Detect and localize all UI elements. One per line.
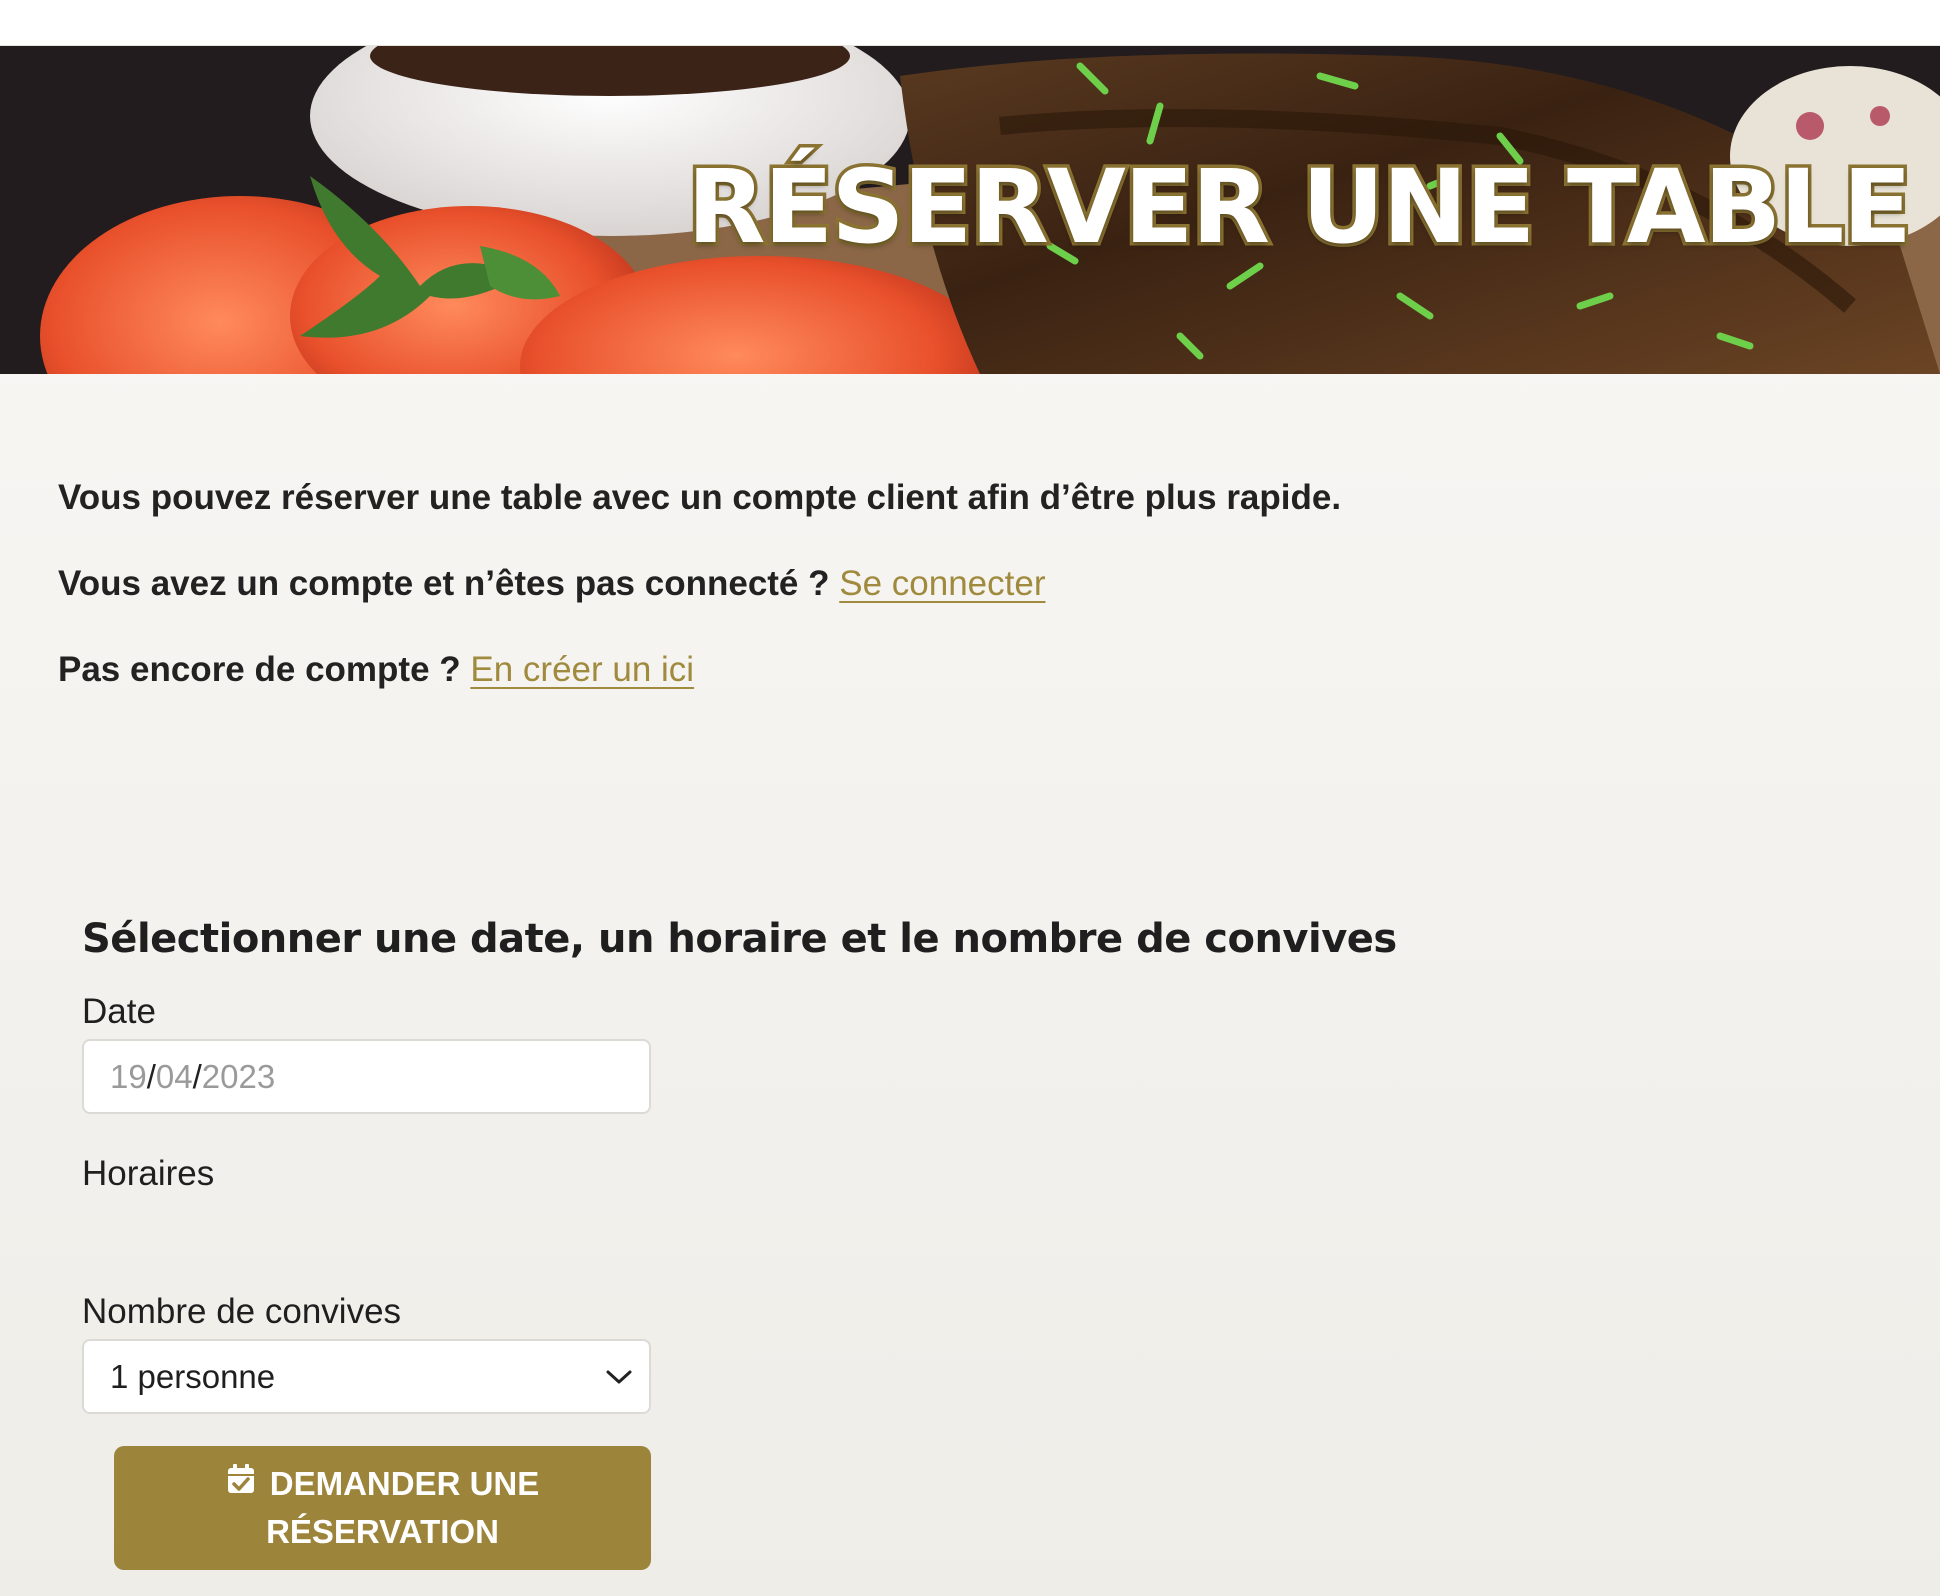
hero-banner: RÉSERVER UNE TABLE xyxy=(0,46,1940,374)
intro-account-text: Vous pouvez réserver une table avec un c… xyxy=(58,478,1342,517)
date-month: 04 xyxy=(155,1057,193,1095)
guests-label: Nombre de convives xyxy=(82,1292,402,1331)
page-title: RÉSERVER UNE TABLE xyxy=(684,145,1916,271)
date-separator: / xyxy=(146,1057,156,1095)
submit-label-2: RÉSERVATION xyxy=(266,1513,499,1550)
guests-selected-value: 1 personne xyxy=(110,1357,276,1395)
chevron-down-icon xyxy=(589,1369,649,1385)
login-link[interactable]: Se connecter xyxy=(839,564,1045,603)
horaires-label: Horaires xyxy=(82,1154,215,1193)
intro-text: Vous pouvez réserver une table avec un c… xyxy=(58,470,1558,728)
submit-line-1: DEMANDER UNE xyxy=(226,1460,540,1508)
create-account-link[interactable]: En créer un ici xyxy=(470,650,694,689)
intro-line-account: Vous pouvez réserver une table avec un c… xyxy=(58,470,1558,556)
request-reservation-button[interactable]: DEMANDER UNE RÉSERVATION xyxy=(114,1446,651,1570)
date-year: 2023 xyxy=(201,1057,276,1095)
intro-login-text: Vous avez un compte et n’êtes pas connec… xyxy=(58,564,840,603)
date-separator: / xyxy=(192,1057,202,1095)
top-bar xyxy=(0,0,1940,46)
date-day: 19 xyxy=(110,1057,147,1095)
calendar-check-icon xyxy=(226,1460,256,1508)
form-title: Sélectionner une date, un horaire et le … xyxy=(82,916,1397,962)
intro-line-register: Pas encore de compte ? En créer un ici xyxy=(58,642,1558,728)
date-input[interactable]: 19/04/2023 xyxy=(82,1039,651,1114)
submit-label-1: DEMANDER UNE xyxy=(269,1465,540,1502)
intro-line-login: Vous avez un compte et n’êtes pas connec… xyxy=(58,556,1558,642)
date-label: Date xyxy=(82,992,156,1031)
guests-select[interactable]: 1 personne xyxy=(82,1339,651,1414)
intro-register-text: Pas encore de compte ? xyxy=(58,650,471,689)
